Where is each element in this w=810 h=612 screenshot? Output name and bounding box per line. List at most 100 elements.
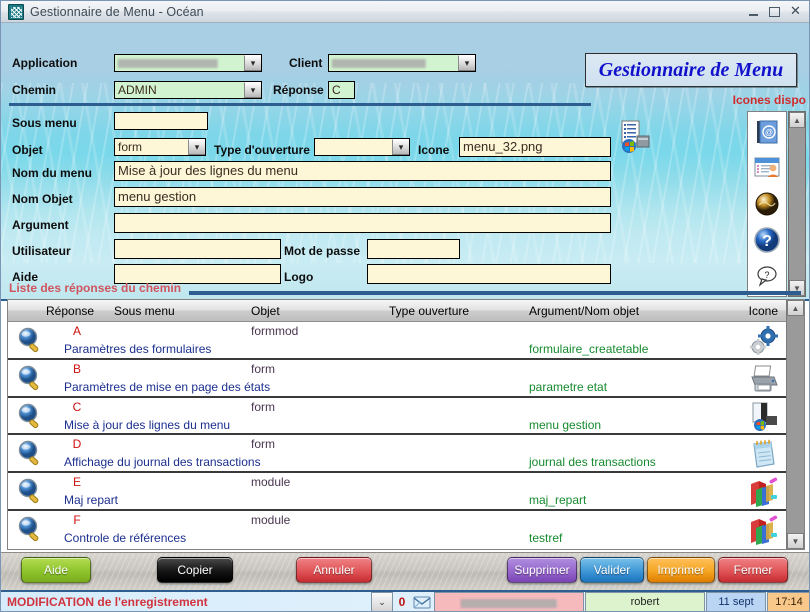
- row-sous-menu: Affichage du journal des transactions: [64, 455, 261, 470]
- magnifier-icon[interactable]: [16, 402, 46, 432]
- globe-sphere-icon[interactable]: [750, 188, 784, 219]
- icones-dispo-label: Icones dispo: [732, 93, 806, 107]
- table-row[interactable]: B form Paramètres de mise en page des ét…: [8, 359, 786, 398]
- responses-list: Réponse Sous menu Objet Type ouverture A…: [7, 299, 805, 550]
- row-argument: maj_repart: [529, 493, 587, 508]
- status-date: 11 sept: [706, 592, 766, 611]
- nom-du-menu-input[interactable]: Mise à jour des lignes du menu: [114, 161, 611, 181]
- window-title: Gestionnaire de Menu - Océan: [30, 4, 204, 19]
- annuler-button[interactable]: Annuler: [296, 557, 372, 583]
- table-row[interactable]: A formmod Paramètres des formulaires for…: [8, 322, 786, 360]
- svg-text:?: ?: [764, 270, 769, 280]
- client-combo[interactable]: ▾: [328, 54, 476, 72]
- sous-menu-input[interactable]: [114, 112, 208, 130]
- supprimer-button[interactable]: Supprimer: [507, 557, 577, 583]
- chevron-down-icon[interactable]: ▾: [244, 55, 261, 71]
- table-row[interactable]: E module Maj repart maj_repart: [8, 473, 786, 512]
- column-header-icone: Icone: [748, 304, 778, 318]
- status-counter: 0: [398, 595, 406, 609]
- maximize-icon[interactable]: [767, 4, 782, 19]
- mail-icon[interactable]: [411, 592, 433, 611]
- svg-text:@: @: [765, 128, 773, 137]
- column-header-objet: Objet: [251, 304, 280, 318]
- row-argument: parametre etat: [529, 379, 608, 394]
- status-user: robert: [585, 592, 705, 611]
- magnifier-icon[interactable]: [16, 326, 46, 356]
- table-row[interactable]: F module Controle de références testref: [8, 511, 786, 549]
- table-row[interactable]: C form Mise à jour des lignes du menu me…: [8, 397, 786, 436]
- scroll-up-icon[interactable]: ▲: [787, 300, 804, 316]
- valider-button[interactable]: Valider: [580, 557, 644, 583]
- application-label: Application: [12, 56, 78, 70]
- sous-menu-label: Sous menu: [12, 116, 77, 130]
- client-label: Client: [289, 56, 323, 70]
- chevron-down-icon[interactable]: ▾: [244, 82, 261, 98]
- column-header-sous-menu: Sous menu: [114, 304, 175, 318]
- form-divider: [9, 103, 591, 106]
- nom-objet-label: Nom Objet: [12, 192, 73, 206]
- printer-icon: [748, 363, 780, 395]
- application-combo[interactable]: ▾: [114, 54, 262, 72]
- type-ouverture-label: Type d'ouverture: [214, 143, 310, 157]
- logo-input[interactable]: [367, 264, 611, 284]
- icon-palette[interactable]: @ ? ?: [747, 111, 787, 297]
- magnifier-icon[interactable]: [16, 477, 46, 507]
- row-objet: module: [251, 513, 291, 528]
- fermer-button[interactable]: Fermer: [718, 557, 788, 583]
- magnifier-icon[interactable]: [16, 364, 46, 394]
- modules-color-icon: [748, 514, 780, 546]
- argument-input[interactable]: [114, 213, 611, 233]
- row-objet: formmod: [251, 324, 299, 338]
- comment-question-icon[interactable]: ?: [750, 260, 784, 291]
- magnifier-icon[interactable]: [16, 439, 46, 469]
- minimize-icon[interactable]: [746, 4, 761, 19]
- copier-button[interactable]: Copier: [157, 557, 233, 583]
- grid-app-icon: [8, 3, 24, 20]
- page-title-plate: Gestionnaire de Menu: [585, 53, 797, 87]
- icon-palette-scrollbar[interactable]: ▲ ▼: [788, 111, 806, 297]
- list-section-title: Liste des réponses du chemin: [9, 281, 182, 295]
- table-row[interactable]: D form Affichage du journal des transact…: [8, 435, 786, 474]
- column-header-reponse: Réponse: [46, 304, 95, 318]
- row-reponse: F: [73, 513, 81, 528]
- nom-objet-input[interactable]: menu gestion: [114, 187, 611, 207]
- utilisateur-input[interactable]: [114, 239, 281, 259]
- reponse-label: Réponse: [273, 83, 324, 97]
- row-reponse: E: [72, 475, 81, 490]
- mot-de-passe-label: Mot de passe: [284, 244, 361, 258]
- window-controls: ✕: [746, 4, 803, 19]
- row-reponse: A: [72, 324, 81, 338]
- status-combo-icon[interactable]: ⌄: [371, 592, 393, 611]
- imprimer-button[interactable]: Imprimer: [647, 557, 715, 583]
- utilisateur-label: Utilisateur: [12, 244, 71, 258]
- icone-label: Icone: [418, 143, 450, 157]
- row-argument: testref: [529, 531, 563, 546]
- row-argument: menu gestion: [529, 417, 602, 432]
- list-scrollbar[interactable]: ▲ ▼: [786, 300, 804, 549]
- magnifier-icon[interactable]: [16, 515, 46, 545]
- mot-de-passe-input[interactable]: [367, 239, 460, 259]
- chevron-down-icon[interactable]: ▾: [458, 55, 475, 71]
- objet-value: form: [118, 140, 142, 154]
- address-book-at-icon[interactable]: @: [750, 116, 784, 147]
- close-icon[interactable]: ✕: [788, 4, 803, 19]
- scroll-down-icon[interactable]: ▼: [787, 533, 804, 549]
- application-value: [115, 55, 244, 71]
- chevron-down-icon[interactable]: ▾: [188, 139, 205, 155]
- row-sous-menu: Mise à jour des lignes du menu: [64, 417, 231, 432]
- chevron-down-icon[interactable]: ▾: [392, 139, 409, 155]
- type-ouverture-combo[interactable]: ▾: [314, 138, 410, 156]
- row-objet: form: [251, 399, 275, 414]
- aide-button[interactable]: Aide: [21, 557, 91, 583]
- chemin-combo[interactable]: ADMIN ▾: [114, 81, 262, 99]
- notepad-icon: [748, 438, 780, 470]
- icone-input[interactable]: menu_32.png: [459, 137, 611, 157]
- contact-card-icon[interactable]: [750, 152, 784, 183]
- question-help-icon[interactable]: ?: [750, 224, 784, 255]
- menu-window-icon: [748, 401, 780, 433]
- reponse-input[interactable]: C: [328, 81, 355, 99]
- row-argument: formulaire_createtable: [529, 342, 649, 356]
- scroll-up-icon[interactable]: ▲: [789, 112, 805, 128]
- objet-combo[interactable]: form ▾: [114, 138, 206, 156]
- row-reponse: B: [72, 361, 81, 376]
